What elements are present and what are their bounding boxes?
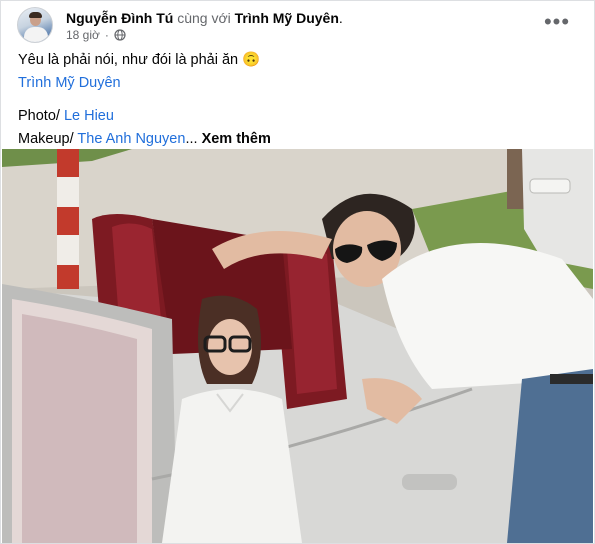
makeup-label: Makeup/ (18, 130, 74, 147)
author-line: Nguyễn Đình Tú cùng với Trình Mỹ Duyên. (66, 10, 343, 26)
post-header: Nguyễn Đình Tú cùng với Trình Mỹ Duyên. … (17, 5, 584, 45)
mention-link[interactable]: Trình Mỹ Duyên (18, 75, 121, 91)
photo-label: Photo/ (18, 108, 60, 124)
photo-credit-link[interactable]: Le Hieu (64, 108, 114, 124)
header-period: . (338, 10, 343, 26)
upside-down-emoji-icon: 🙃 (242, 52, 261, 68)
makeup-credit-line: Makeup/ The Anh Nguyen... Xem thêm (18, 128, 582, 151)
globe-icon[interactable] (114, 29, 126, 41)
post-caption: Yêu là phải nói, như đói là phải ăn 🙃 Tr… (18, 49, 582, 150)
author-name[interactable]: Nguyễn Đình Tú (66, 10, 173, 26)
caption-ellipsis: ... (185, 130, 198, 147)
photo-credit-line: Photo/ Le Hieu (18, 105, 582, 128)
post-photo[interactable] (2, 149, 593, 543)
see-more-link[interactable]: Xem thêm (202, 131, 271, 147)
facebook-post: Nguyễn Đình Tú cùng với Trình Mỹ Duyên. … (0, 0, 595, 544)
caption-text: Yêu là phải nói, như đói là phải ăn (18, 52, 239, 68)
caption-line-2: Trình Mỹ Duyên (18, 72, 582, 95)
caption-line-1: Yêu là phải nói, như đói là phải ăn 🙃 (18, 49, 582, 72)
more-horizontal-icon[interactable]: ••• (544, 9, 570, 34)
author-avatar[interactable] (17, 7, 53, 43)
photo-illustration (2, 149, 593, 543)
bullet-separator: · (104, 28, 109, 42)
post-time[interactable]: 18 giờ (66, 28, 100, 42)
post-meta: 18 giờ · (66, 28, 126, 42)
makeup-credit-link[interactable]: The Anh Nguyen (77, 131, 185, 147)
tagged-person[interactable]: Trình Mỹ Duyên (235, 10, 339, 26)
with-text: cùng với (177, 10, 231, 26)
